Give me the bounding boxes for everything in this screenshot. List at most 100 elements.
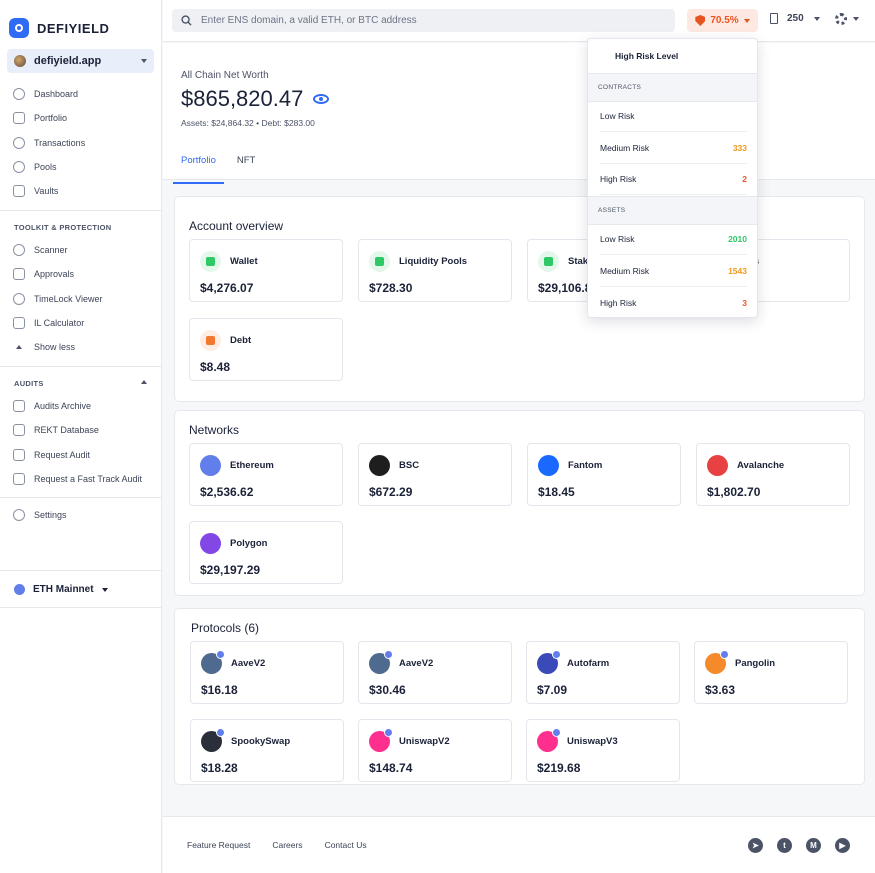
risk-level-button[interactable]: 70.5%	[687, 9, 758, 32]
search-bar[interactable]	[172, 9, 675, 32]
protocol-card-aavev2[interactable]: AaveV2 $30.46	[358, 641, 512, 704]
chevron-up-icon[interactable]	[141, 380, 147, 384]
chevron-down-icon	[101, 587, 108, 592]
sidebar-item-il-calculator[interactable]: IL Calculator	[0, 311, 162, 335]
gas-value: 250	[787, 13, 804, 24]
sidebar-item-pools[interactable]: Pools	[0, 155, 162, 179]
protocol-card-uniswapv3[interactable]: UniswapV3 $219.68	[526, 719, 680, 782]
network-label: ETH Mainnet	[33, 584, 94, 595]
medium-icon[interactable]: M	[806, 838, 821, 853]
contracts-row-high-risk[interactable]: High Risk 2	[600, 164, 747, 195]
card-name: Polygon	[230, 538, 268, 549]
divider	[0, 210, 162, 211]
card-name: SpookySwap	[231, 736, 291, 747]
telegram-icon[interactable]: ➤	[748, 838, 763, 853]
youtube-icon[interactable]: ▶	[835, 838, 850, 853]
card-header: Debt	[200, 330, 251, 351]
assets-row-medium-risk[interactable]: Medium Risk 1543	[600, 256, 747, 287]
settings-nav: Settings	[0, 503, 162, 527]
card-name: BSC	[399, 460, 420, 471]
sidebar-item-timelock[interactable]: TimeLock Viewer	[0, 287, 162, 311]
sidebar: DEFIYIELD defiyield.app Dashboard Portfo…	[0, 0, 162, 873]
sidebar-item-settings[interactable]: Settings	[0, 503, 162, 527]
sidebar-item-audits-archive[interactable]: Audits Archive	[0, 394, 162, 418]
network-card-bsc[interactable]: BSC $672.29	[358, 443, 512, 506]
tab-portfolio[interactable]: Portfolio	[173, 146, 224, 184]
card-name: UniswapV3	[567, 736, 618, 747]
sidebar-item-transactions[interactable]: Transactions	[0, 131, 162, 155]
assets-row-low-risk[interactable]: Low Risk 2010	[600, 224, 747, 255]
gas-selector[interactable]: 250	[770, 13, 820, 24]
sidebar-item-portfolio[interactable]: Portfolio	[0, 106, 162, 130]
sidebar-item-label: TimeLock Viewer	[34, 293, 103, 304]
ethereum-icon	[200, 455, 221, 476]
card-header: Autofarm	[537, 650, 609, 674]
card-value: $728.30	[369, 281, 413, 295]
contracts-row-low-risk[interactable]: Low Risk	[600, 101, 747, 132]
sidebar-item-approvals[interactable]: Approvals	[0, 262, 162, 286]
sidebar-item-rekt-database[interactable]: REKT Database	[0, 418, 162, 442]
sidebar-item-label: Vaults	[34, 186, 59, 197]
chain-badge-icon	[384, 650, 393, 659]
sidebar-item-vaults[interactable]: Vaults	[0, 179, 162, 203]
net-worth-header: All Chain Net Worth $865,820.47 Assets: …	[163, 43, 875, 184]
network-card-fantom[interactable]: Fantom $18.45	[527, 443, 681, 506]
account-selector[interactable]: defiyield.app	[7, 49, 154, 73]
card-header: UniswapV3	[537, 728, 618, 752]
footer-link-feature-request[interactable]: Feature Request	[187, 840, 250, 850]
search-input[interactable]	[201, 15, 666, 26]
divider	[0, 570, 162, 571]
protocol-card-autofarm[interactable]: Autofarm $7.09	[526, 641, 680, 704]
chain-badge-icon	[384, 728, 393, 737]
app-logo[interactable]: DEFIYIELD	[9, 18, 109, 38]
tab-nft[interactable]: NFT	[229, 146, 263, 184]
network-card-avalanche[interactable]: Avalanche $1,802.70	[696, 443, 850, 506]
risk-count: 2	[742, 174, 747, 184]
overview-card-liquidity-pools[interactable]: Liquidity Pools $728.30	[358, 239, 512, 302]
card-header: UniswapV2	[369, 728, 450, 752]
overview-card-wallet[interactable]: Wallet $4,276.07	[189, 239, 343, 302]
chevron-down-icon	[743, 18, 750, 23]
icon-glyph	[375, 257, 384, 266]
card-header: Ethereum	[200, 455, 274, 476]
card-name: AaveV2	[231, 658, 266, 669]
eye-icon[interactable]	[313, 94, 330, 104]
sidebar-item-dashboard[interactable]: Dashboard	[0, 82, 162, 106]
assets-row-high-risk[interactable]: High Risk 3	[600, 287, 747, 318]
card-name: Fantom	[568, 460, 603, 471]
protocol-card-pangolin[interactable]: Pangolin $3.63	[694, 641, 848, 704]
network-card-polygon[interactable]: Polygon $29,197.29	[189, 521, 343, 584]
card-header: Pangolin	[705, 650, 775, 674]
fantom-icon	[538, 455, 559, 476]
dashboard-icon	[13, 88, 25, 101]
overview-card-debt[interactable]: Debt $8.48	[189, 318, 343, 381]
card-value: $672.29	[369, 485, 413, 499]
protocol-card-spookyswap[interactable]: SpookySwap $18.28	[190, 719, 344, 782]
sidebar-item-request-audit[interactable]: Request Audit	[0, 443, 162, 467]
sidebar-item-scanner[interactable]: Scanner	[0, 238, 162, 262]
sidebar-item-fast-track-audit[interactable]: Request a Fast Track Audit	[0, 467, 162, 491]
network-selector[interactable]: ETH Mainnet	[14, 584, 108, 595]
avalanche-icon	[707, 455, 728, 476]
card-name: Liquidity Pools	[399, 256, 468, 267]
icon-glyph	[206, 336, 215, 345]
network-card-ethereum[interactable]: Ethereum $2,536.62	[189, 443, 343, 506]
chevron-down-icon	[141, 59, 147, 63]
transactions-icon	[13, 136, 25, 149]
card-header: BSC	[369, 455, 419, 476]
settings-button[interactable]	[835, 13, 859, 25]
risk-count: 333	[732, 142, 747, 153]
card-name: Wallet	[230, 256, 258, 267]
chain-badge-icon	[720, 650, 729, 659]
protocol-card-uniswapv2[interactable]: UniswapV2 $148.74	[358, 719, 512, 782]
contracts-row-medium-risk[interactable]: Medium Risk 333	[600, 133, 747, 164]
show-less-toggle[interactable]: Show less	[0, 335, 162, 359]
protocol-card-aavev2[interactable]: AaveV2 $16.18	[190, 641, 344, 704]
twitter-icon[interactable]: t	[777, 838, 792, 853]
footer-link-careers[interactable]: Careers	[272, 840, 302, 850]
risk-label: Low Risk	[600, 111, 635, 121]
card-value: $219.68	[537, 761, 581, 775]
footer-link-contact-us[interactable]: Contact Us	[325, 840, 367, 850]
card-name: Stak	[568, 256, 589, 267]
autofarm-icon	[537, 650, 561, 674]
